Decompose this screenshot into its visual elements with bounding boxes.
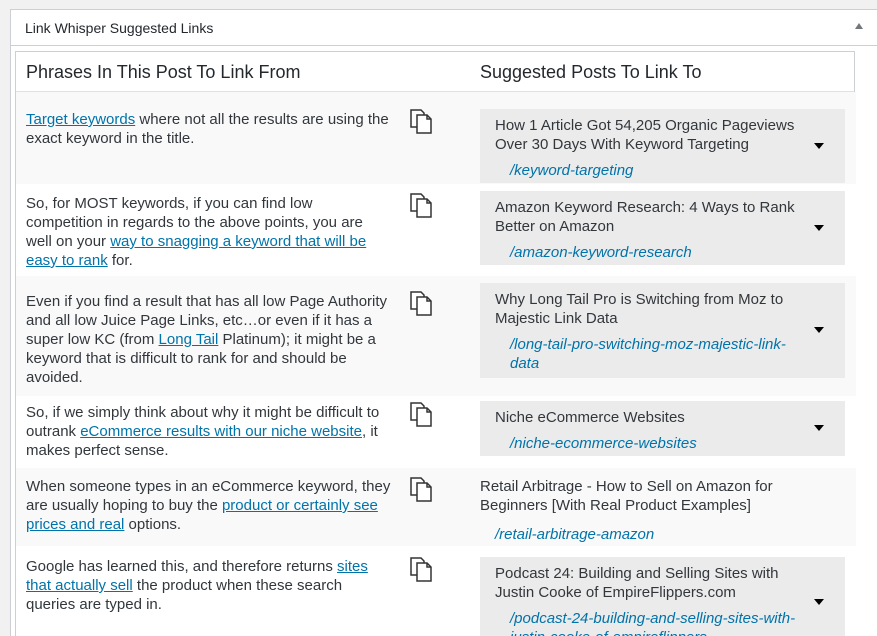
suggestion-dropdown[interactable]: How 1 Article Got 54,205 Organic Pagevie… [480, 109, 845, 183]
suggestion-dropdown[interactable]: Podcast 24: Building and Selling Sites w… [480, 557, 845, 636]
phrase-text: Target keywords where not all the result… [26, 110, 392, 148]
suggestion-dropdown[interactable]: Why Long Tail Pro is Switching from Moz … [480, 283, 845, 378]
suggestion-title: Why Long Tail Pro is Switching from Moz … [495, 291, 784, 327]
column-header-suggested: Suggested Posts To Link To [480, 62, 702, 82]
phrase-text: When someone types in an eCommerce keywo… [26, 477, 392, 534]
phrase-text: Google has learned this, and therefore r… [26, 557, 392, 614]
metabox-title: Link Whisper Suggested Links [25, 20, 214, 36]
table-row: Even if you find a result that has all l… [16, 276, 856, 396]
metabox-header: Link Whisper Suggested Links [11, 10, 877, 46]
table-header: Phrases In This Post To Link From Sugges… [16, 52, 854, 92]
phrase-text: Even if you find a result that has all l… [26, 292, 392, 387]
phrase-link[interactable]: Long Tail [159, 331, 219, 348]
phrase-after: for. [107, 252, 133, 269]
caret-down-icon[interactable] [814, 327, 824, 333]
phrase-text: So, if we simply think about why it migh… [26, 403, 392, 460]
suggestion-single[interactable]: Retail Arbitrage - How to Sell on Amazon… [480, 470, 845, 544]
table-row: Target keywords where not all the result… [16, 92, 856, 184]
suggestion-url[interactable]: /retail-arbitrage-amazon [495, 525, 785, 544]
phrase-text: So, for MOST keywords, if you can find l… [26, 194, 392, 270]
suggestion-title: Podcast 24: Building and Selling Sites w… [495, 565, 779, 601]
suggestion-url[interactable]: /keyword-targeting [510, 161, 800, 180]
column-header-phrases: Phrases In This Post To Link From [26, 62, 301, 82]
caret-down-icon[interactable] [814, 143, 824, 149]
copy-icon[interactable] [409, 476, 433, 502]
copy-icon[interactable] [409, 556, 433, 582]
table-row: When someone types in an eCommerce keywo… [16, 468, 856, 546]
phrase-after: options. [124, 516, 182, 533]
suggested-links-table: Phrases In This Post To Link From Sugges… [15, 51, 856, 636]
suggestion-url[interactable]: /amazon-keyword-research [510, 243, 800, 262]
table-row: So, if we simply think about why it migh… [16, 396, 856, 468]
copy-icon[interactable] [409, 108, 433, 134]
suggestion-url[interactable]: /niche-ecommerce-websites [510, 434, 800, 453]
caret-down-icon[interactable] [814, 425, 824, 431]
suggestion-title: How 1 Article Got 54,205 Organic Pagevie… [495, 117, 795, 153]
suggestion-title: Amazon Keyword Research: 4 Ways to Rank … [495, 199, 795, 235]
suggestion-dropdown[interactable]: Niche eCommerce Websites /niche-ecommerc… [480, 401, 845, 456]
copy-icon[interactable] [409, 192, 433, 218]
suggestion-url[interactable]: /long-tail-pro-switching-moz-majestic-li… [510, 335, 800, 373]
phrase-link[interactable]: eCommerce results with our niche website [80, 423, 362, 440]
copy-icon[interactable] [409, 401, 433, 427]
arrow-up-icon[interactable] [855, 23, 863, 29]
copy-icon[interactable] [409, 290, 433, 316]
suggestion-title: Retail Arbitrage - How to Sell on Amazon… [480, 478, 773, 514]
caret-down-icon[interactable] [814, 225, 824, 231]
phrase-before: Google has learned this, and therefore r… [26, 558, 338, 575]
suggestion-title: Niche eCommerce Websites [495, 409, 685, 426]
caret-down-icon[interactable] [814, 599, 824, 605]
suggestion-dropdown[interactable]: Amazon Keyword Research: 4 Ways to Rank … [480, 191, 845, 265]
phrase-link[interactable]: Target keywords [26, 111, 135, 128]
suggestion-url[interactable]: /podcast-24-building-and-selling-sites-w… [510, 609, 800, 636]
table-row: Google has learned this, and therefore r… [16, 546, 856, 636]
table-row: So, for MOST keywords, if you can find l… [16, 184, 856, 276]
